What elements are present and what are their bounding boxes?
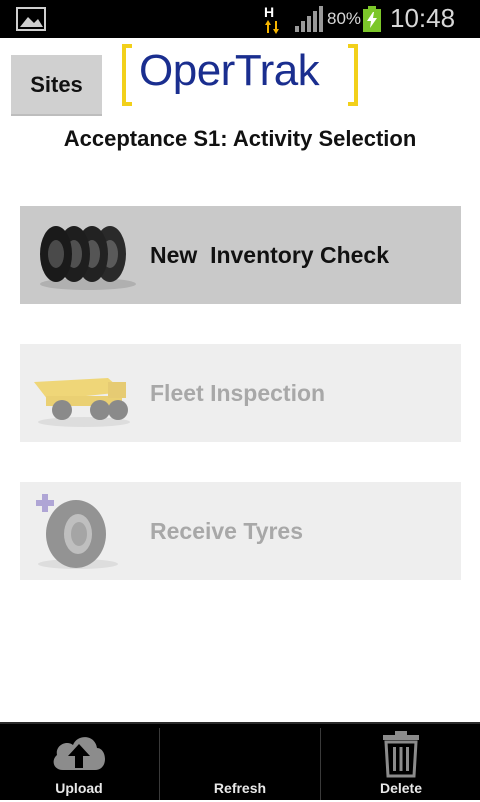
activity-fleet-inspection[interactable]: Fleet Inspection <box>20 344 461 442</box>
upload-button[interactable]: Upload <box>0 724 158 802</box>
upload-label: Upload <box>55 780 103 796</box>
activity-label: Fleet Inspection <box>150 379 326 406</box>
signal-strength-icon <box>295 6 323 32</box>
divider <box>320 728 321 800</box>
tyre-stack-icon <box>40 226 136 290</box>
network-type-icon: H <box>262 4 282 34</box>
activity-new-inventory-check[interactable]: New Inventory Check <box>20 206 461 304</box>
activity-label: Receive Tyres <box>150 517 304 544</box>
gallery-notification-icon <box>16 7 46 31</box>
divider <box>159 728 160 800</box>
activity-label: New Inventory Check <box>150 241 390 268</box>
battery-percent: 80% <box>327 9 362 28</box>
page-title: Acceptance S1: Activity Selection <box>63 126 417 151</box>
opertrak-logo: OperTrak <box>120 44 360 108</box>
battery-charging-icon <box>363 6 381 32</box>
delete-label: Delete <box>379 780 423 796</box>
activity-receive-tyres[interactable]: Receive Tyres <box>20 482 461 580</box>
status-bar: H 80% 10:48 <box>0 0 480 38</box>
refresh-label: Refresh <box>213 780 267 796</box>
sites-button[interactable]: Sites <box>11 55 102 116</box>
refresh-button[interactable]: Refresh <box>161 724 319 802</box>
delete-button[interactable]: Delete <box>322 724 480 802</box>
tyre-add-icon <box>36 494 118 569</box>
bottom-action-bar: Upload Refresh Delete <box>0 722 480 800</box>
trash-icon <box>383 731 419 778</box>
logo-text: OperTrak <box>139 46 320 95</box>
clock: 10:48 <box>390 3 456 33</box>
network-type-label: H <box>264 4 275 20</box>
dump-truck-icon <box>34 378 130 427</box>
cloud-upload-icon <box>53 737 105 770</box>
